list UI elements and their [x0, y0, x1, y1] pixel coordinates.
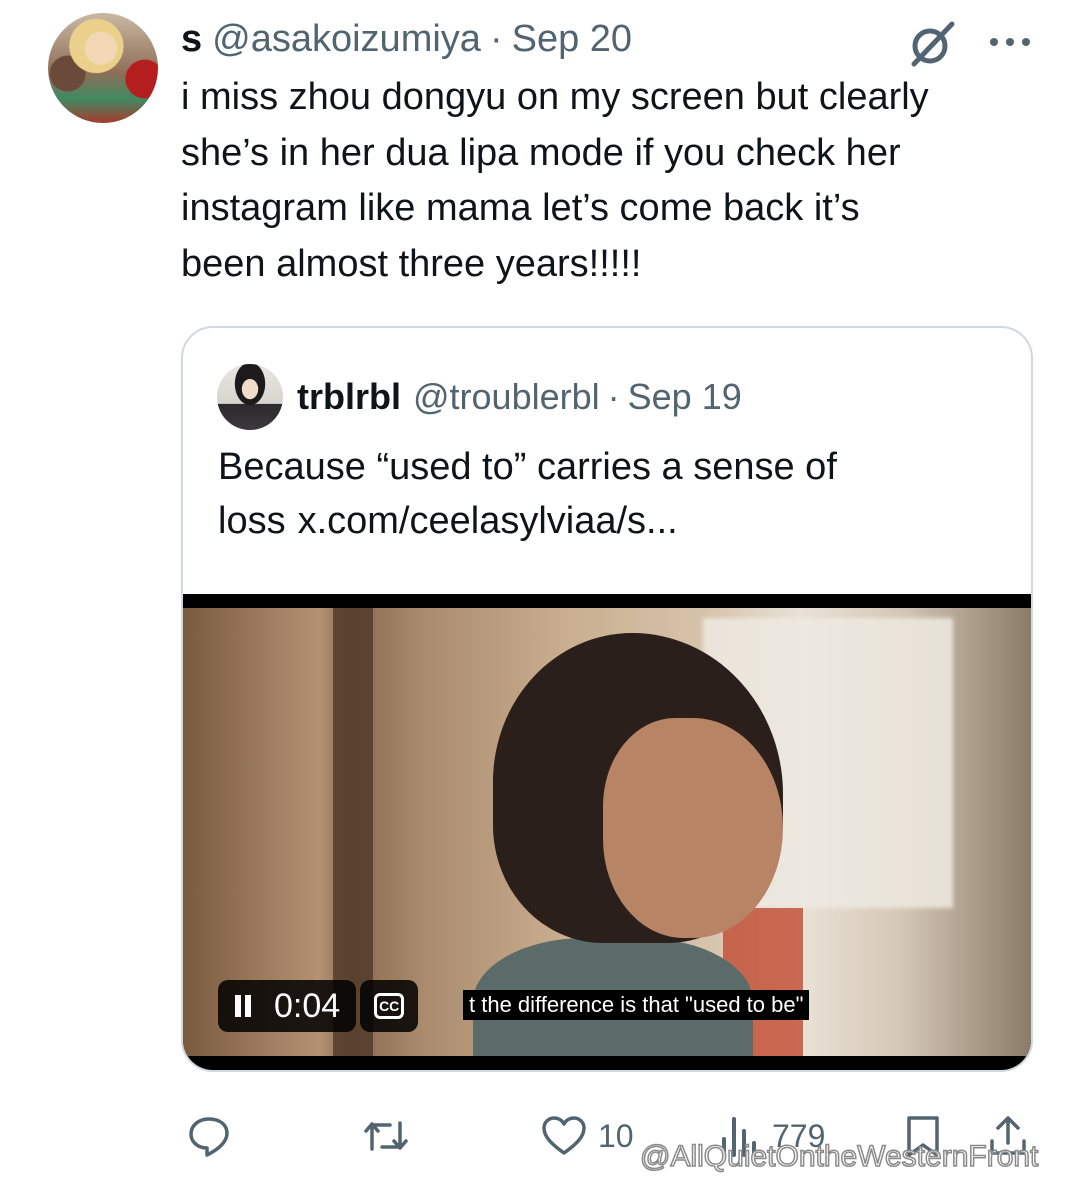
- like-icon: [542, 1116, 586, 1155]
- tweet-text-line: i miss zhou dongyu on my screen but clea…: [181, 76, 929, 118]
- reply-icon: [189, 1117, 229, 1157]
- tweet-text-line: been almost three years!!!!!: [181, 242, 642, 285]
- quoted-avatar[interactable]: [217, 364, 283, 430]
- avatar[interactable]: [48, 13, 158, 123]
- cc-icon: CC: [374, 993, 405, 1019]
- retweet-icon: [364, 1121, 408, 1151]
- quoted-link[interactable]: x.com/ceelasylviaa/s...: [298, 500, 678, 542]
- author-handle[interactable]: @asakoizumiya: [212, 18, 481, 61]
- like-button[interactable]: 10: [540, 1108, 634, 1164]
- tweet-text-line: instagram like mama let’s come back it’s: [181, 187, 860, 229]
- captions-button[interactable]: CC: [360, 980, 419, 1032]
- tweet-text-line: she’s in her dua lipa mode if you check …: [181, 131, 901, 174]
- quoted-date[interactable]: Sep 19: [628, 376, 742, 418]
- more-icon[interactable]: [985, 22, 1035, 62]
- quoted-header: trblrbl @troublerbl · Sep 19: [297, 374, 742, 420]
- tweet-text: i miss zhou dongyu on my screen but clea…: [181, 70, 1041, 292]
- grok-icon[interactable]: [906, 18, 958, 70]
- separator: ·: [489, 17, 503, 60]
- video-player[interactable]: t the difference is that "used to be" 0:…: [183, 594, 1031, 1070]
- video-time: 0:04: [274, 986, 341, 1025]
- quoted-text: Because “used to” carries a sense of los…: [218, 440, 1008, 548]
- pause-icon: [234, 995, 252, 1017]
- quoted-author-name[interactable]: trblrbl: [297, 376, 401, 418]
- retweet-button[interactable]: [360, 1108, 412, 1164]
- like-count: 10: [598, 1117, 634, 1154]
- separator: ·: [607, 376, 620, 417]
- quoted-author-handle[interactable]: @troublerbl: [413, 376, 600, 418]
- video-controls: 0:04 CC: [218, 980, 419, 1032]
- video-subtitle: t the difference is that "used to be": [463, 990, 810, 1020]
- quoted-text-line: loss x.com/ceelasylviaa/s...: [218, 494, 1008, 548]
- author-name[interactable]: s: [181, 18, 202, 61]
- reply-button[interactable]: [186, 1108, 232, 1164]
- tweet-header: s @asakoizumiya · Sep 20: [181, 14, 632, 64]
- quoted-text-prefix: loss: [218, 500, 286, 542]
- quoted-text-line: Because “used to” carries a sense of: [218, 446, 837, 488]
- pause-button[interactable]: 0:04: [218, 980, 357, 1032]
- quoted-tweet[interactable]: trblrbl @troublerbl · Sep 19 Because “us…: [181, 326, 1033, 1072]
- watermark: @AllQuietOntheWesternFront: [639, 1139, 1039, 1174]
- frame-person-face: [603, 718, 783, 938]
- tweet-date[interactable]: Sep 20: [512, 18, 632, 61]
